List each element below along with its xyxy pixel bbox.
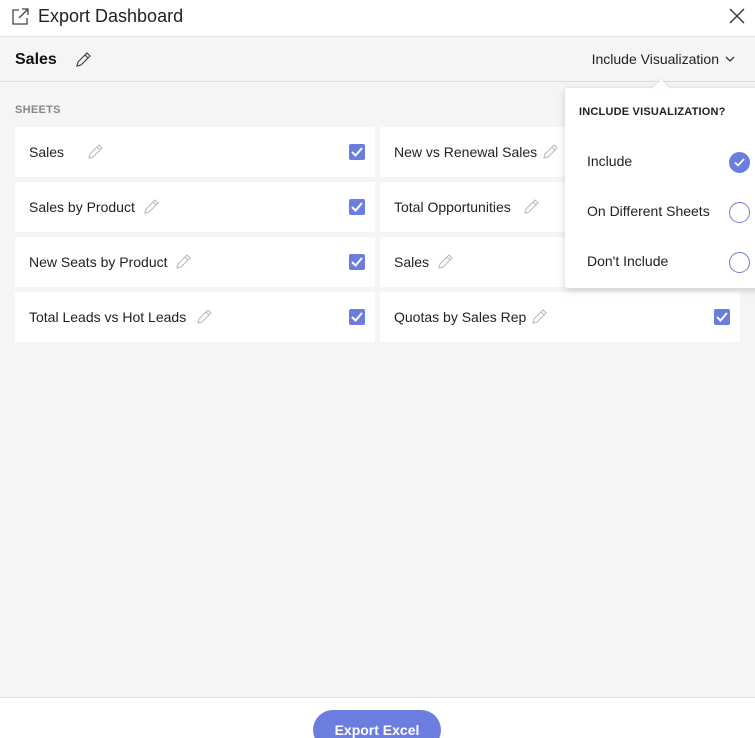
checkmark-icon: [351, 202, 363, 212]
sheet-card[interactable]: New Seats by Product: [15, 237, 375, 287]
external-link-icon: [12, 8, 29, 25]
menu-heading: INCLUDE VISUALIZATION?: [579, 106, 726, 118]
pencil-icon[interactable]: [175, 253, 192, 270]
radio-selected-icon[interactable]: [729, 152, 750, 173]
sheet-name: New vs Renewal Sales: [394, 144, 538, 160]
option-label: Include: [587, 153, 633, 169]
checkmark-icon: [351, 147, 363, 157]
pencil-icon[interactable]: [87, 143, 104, 160]
checkmark-icon: [351, 257, 363, 267]
checkmark-icon: [716, 312, 728, 322]
sheet-card[interactable]: Sales by Product: [15, 182, 375, 232]
sheet-name: Sales: [29, 144, 65, 160]
option-label: Don't Include: [587, 253, 669, 269]
sheet-name: Total Opportunities: [394, 199, 511, 215]
popup-arrow: [652, 79, 670, 97]
sheet-name: Sales by Product: [29, 199, 135, 215]
dashboard-header: Sales Include Visualization: [0, 38, 755, 82]
export-excel-button[interactable]: Export Excel: [313, 710, 441, 738]
title-bar: Export Dashboard: [0, 0, 755, 37]
checkmark-icon: [351, 312, 363, 322]
include-visualization-label: Include Visualization: [591, 51, 719, 67]
sheets-section-label: SHEETS: [15, 104, 61, 116]
pencil-icon[interactable]: [523, 198, 540, 215]
option-on-different-sheets[interactable]: On Different Sheets: [565, 188, 755, 236]
pencil-icon[interactable]: [74, 51, 92, 69]
pencil-icon[interactable]: [542, 143, 559, 160]
sheet-card[interactable]: Sales: [15, 127, 375, 177]
sheet-checkbox[interactable]: [349, 199, 365, 215]
option-dont-include[interactable]: Don't Include: [565, 238, 755, 286]
checkmark-icon: [734, 158, 745, 167]
sheet-card[interactable]: Quotas by Sales Rep: [380, 292, 740, 342]
sheet-name: Total Leads vs Hot Leads: [29, 309, 187, 325]
sheet-name: Sales: [394, 254, 430, 270]
dialog-footer: Export Excel: [0, 697, 755, 738]
include-visualization-dropdown[interactable]: Include Visualization: [592, 51, 735, 67]
sheet-checkbox[interactable]: [349, 144, 365, 160]
pencil-icon[interactable]: [196, 308, 213, 325]
sheet-name: Quotas by Sales Rep: [394, 309, 527, 325]
chevron-down-icon: [725, 56, 735, 62]
pencil-icon[interactable]: [531, 308, 548, 325]
sheet-checkbox[interactable]: [349, 309, 365, 325]
sheet-checkbox[interactable]: [349, 254, 365, 270]
sheet-card[interactable]: Total Leads vs Hot Leads: [15, 292, 375, 342]
radio-unselected-icon[interactable]: [729, 252, 750, 273]
pencil-icon[interactable]: [143, 198, 160, 215]
close-icon[interactable]: [728, 7, 746, 25]
include-visualization-menu: INCLUDE VISUALIZATION? Include On Differ…: [565, 79, 755, 288]
option-label: On Different Sheets: [587, 203, 710, 219]
sheet-name: New Seats by Product: [29, 254, 168, 270]
radio-unselected-icon[interactable]: [729, 202, 750, 223]
sheet-checkbox[interactable]: [714, 309, 730, 325]
pencil-icon[interactable]: [437, 253, 454, 270]
option-include[interactable]: Include: [565, 138, 755, 186]
dialog-title: Export Dashboard: [38, 6, 184, 26]
dashboard-name: Sales: [15, 51, 57, 68]
